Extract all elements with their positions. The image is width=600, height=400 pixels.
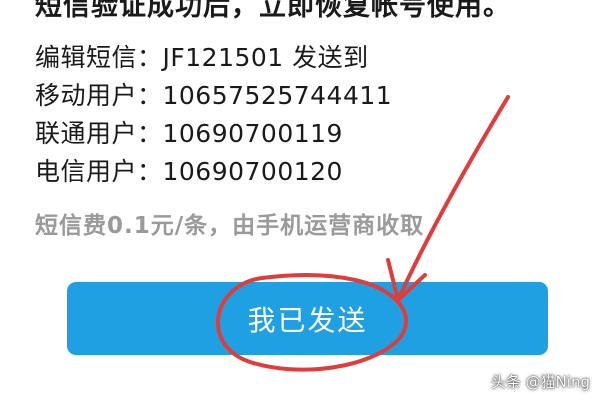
annotation-arrow-line	[396, 95, 510, 302]
i-have-sent-button-label: 我已发送	[247, 303, 368, 337]
header-text: 短信验证成功后，立即恢复帐号使用。	[35, 0, 511, 22]
watermark: 头条 @猫Ning	[490, 373, 590, 391]
mobile-number-line: 移动用户：10657525744411	[35, 81, 393, 110]
i-have-sent-button[interactable]: 我已发送	[67, 282, 548, 355]
edit-sms-line: 编辑短信：JF121501 发送到	[35, 43, 369, 72]
unicom-number-line: 联通用户：10690700119	[35, 119, 343, 148]
telecom-number-line: 电信用户：10690700120	[35, 157, 343, 186]
sms-fee-note: 短信费0.1元/条，由手机运营商收取	[35, 213, 425, 239]
